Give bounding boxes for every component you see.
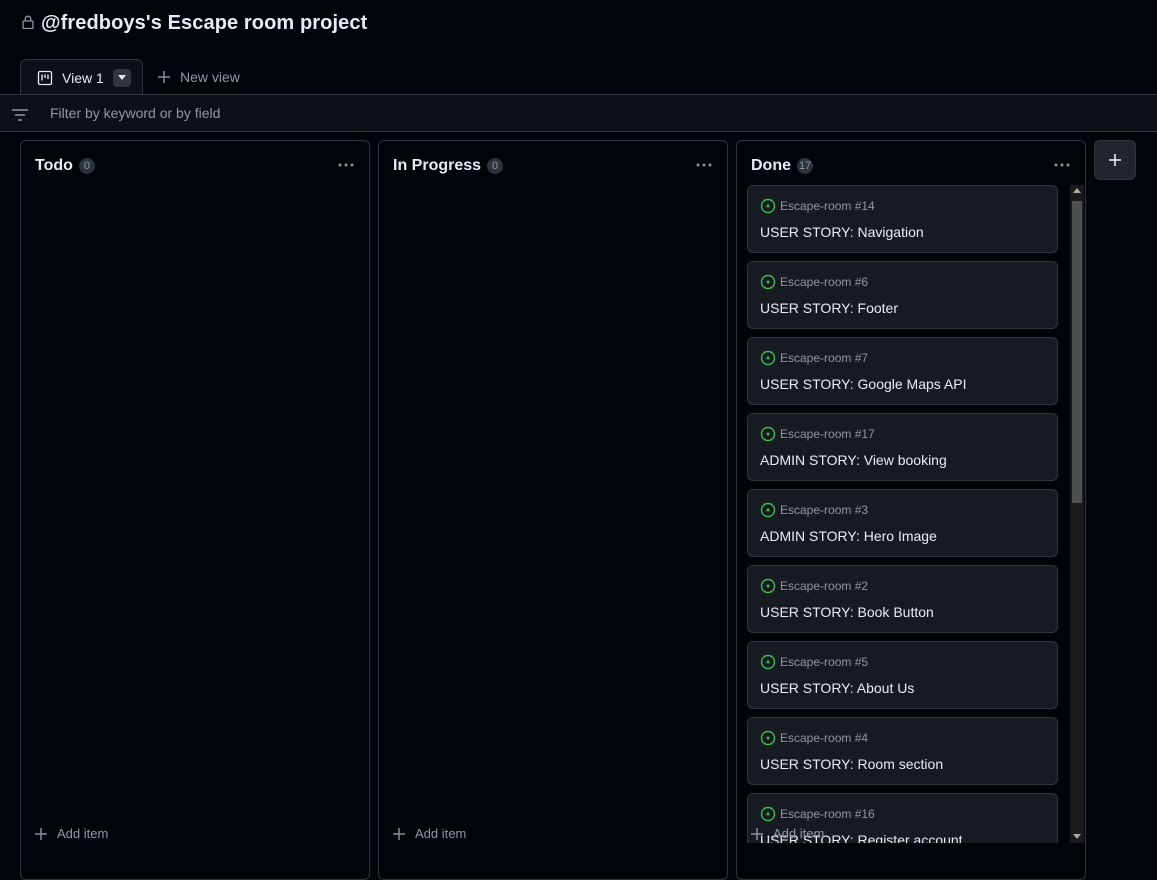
new-view-label: New view: [180, 69, 240, 85]
view-tabs: View 1 New view: [20, 58, 240, 96]
card-meta: Escape-room #3: [760, 502, 868, 518]
issue-circle-icon: [760, 730, 776, 746]
column-todo: Todo 0 Add item: [20, 140, 370, 880]
plus-icon: [158, 71, 170, 83]
issue-circle-icon: [760, 274, 776, 290]
kebab-horizontal-icon[interactable]: [337, 159, 355, 171]
column-header: Todo 0: [35, 157, 95, 175]
card-repo-label[interactable]: Escape-room #5: [780, 655, 868, 669]
card-title[interactable]: USER STORY: Google Maps API: [760, 376, 966, 392]
scrollbar-thumb[interactable]: [1072, 201, 1082, 503]
column-count-badge: 0: [487, 158, 504, 174]
kebab-horizontal-icon[interactable]: [1053, 159, 1071, 171]
card-title[interactable]: USER STORY: Navigation: [760, 224, 924, 240]
issue-circle-icon: [760, 654, 776, 670]
add-item-button[interactable]: Add item: [35, 826, 108, 841]
plus-icon: [751, 827, 763, 840]
card-meta: Escape-room #14: [760, 198, 875, 214]
item-card[interactable]: Escape-room #3 ADMIN STORY: Hero Image: [747, 489, 1058, 557]
filter-input[interactable]: [50, 103, 650, 123]
card-title[interactable]: USER STORY: Footer: [760, 300, 898, 316]
issue-circle-icon: [760, 502, 776, 518]
issue-circle-icon: [760, 198, 776, 214]
project-board-icon: [37, 70, 53, 85]
issue-circle-icon: [760, 578, 776, 594]
add-item-label: Add item: [773, 826, 825, 841]
column-title: Todo: [35, 157, 73, 174]
column-done: Done 17 Escape-room #14 USER STORY: Navi…: [736, 140, 1086, 880]
tab-view-1[interactable]: View 1: [20, 59, 143, 96]
card-meta: Escape-room #2: [760, 578, 868, 594]
lock-icon: [22, 15, 34, 29]
issue-circle-icon: [760, 350, 776, 366]
card-meta: Escape-room #16: [760, 806, 875, 822]
title-row: @fredboys's Escape room project: [22, 12, 367, 35]
item-card[interactable]: Escape-room #17 ADMIN STORY: View bookin…: [747, 413, 1058, 481]
item-card[interactable]: Escape-room #5 USER STORY: About Us: [747, 641, 1058, 709]
card-meta: Escape-room #7: [760, 350, 868, 366]
filter-lines-icon[interactable]: [11, 108, 29, 122]
column-count-badge: 17: [797, 158, 814, 174]
tab-label: View 1: [62, 69, 104, 86]
plus-icon: [393, 827, 405, 840]
column-title: In Progress: [393, 157, 482, 174]
scroll-up-arrow-icon[interactable]: [1073, 188, 1081, 193]
cards-scrollbar[interactable]: [1070, 185, 1084, 843]
issue-circle-icon: [760, 806, 776, 822]
card-repo-label[interactable]: Escape-room #6: [780, 275, 868, 289]
project-title: @fredboys's Escape room project: [41, 12, 368, 34]
card-title[interactable]: USER STORY: Book Button: [760, 604, 934, 620]
plus-icon: [1109, 154, 1121, 166]
item-card[interactable]: Escape-room #2 USER STORY: Book Button: [747, 565, 1058, 633]
card-repo-label[interactable]: Escape-room #14: [780, 199, 875, 213]
new-view-button[interactable]: New view: [157, 59, 240, 95]
item-card[interactable]: Escape-room #6 USER STORY: Footer: [747, 261, 1058, 329]
column-count-badge: 0: [78, 158, 95, 174]
card-title[interactable]: USER STORY: Room section: [760, 756, 943, 772]
item-card[interactable]: Escape-room #7 USER STORY: Google Maps A…: [747, 337, 1058, 405]
card-title[interactable]: ADMIN STORY: View booking: [760, 452, 947, 468]
card-title[interactable]: ADMIN STORY: Hero Image: [760, 528, 937, 544]
add-item-button[interactable]: Add item: [393, 826, 466, 841]
issue-circle-icon: [760, 426, 776, 442]
card-meta: Escape-room #5: [760, 654, 868, 670]
item-card[interactable]: Escape-room #14 USER STORY: Navigation: [747, 185, 1058, 253]
card-repo-label[interactable]: Escape-room #17: [780, 427, 875, 441]
add-column-button[interactable]: [1094, 140, 1136, 180]
card-repo-label[interactable]: Escape-room #3: [780, 503, 868, 517]
cards-list: Escape-room #14 USER STORY: Navigation E…: [747, 185, 1059, 843]
card-title[interactable]: USER STORY: About Us: [760, 680, 914, 696]
item-card[interactable]: Escape-room #4 USER STORY: Room section: [747, 717, 1058, 785]
view-options-button[interactable]: [112, 68, 131, 87]
card-meta: Escape-room #17: [760, 426, 875, 442]
card-repo-label[interactable]: Escape-room #2: [780, 579, 868, 593]
project-header: @fredboys's Escape room project View 1 N…: [0, 0, 1157, 96]
kebab-horizontal-icon[interactable]: [695, 159, 713, 171]
add-item-label: Add item: [57, 826, 109, 841]
column-title: Done: [751, 157, 791, 174]
triangle-down-icon: [117, 75, 126, 80]
card-meta: Escape-room #6: [760, 274, 868, 290]
column-in-progress: In Progress 0 Add item: [378, 140, 728, 880]
card-repo-label[interactable]: Escape-room #16: [780, 807, 875, 821]
scroll-down-arrow-icon[interactable]: [1073, 834, 1081, 839]
plus-icon: [35, 827, 47, 840]
add-item-button[interactable]: Add item: [751, 826, 824, 841]
card-repo-label[interactable]: Escape-room #7: [780, 351, 868, 365]
column-header: In Progress 0: [393, 157, 504, 175]
card-repo-label[interactable]: Escape-room #4: [780, 731, 868, 745]
add-item-label: Add item: [415, 826, 467, 841]
filter-bar: [0, 94, 1157, 132]
column-header: Done 17: [751, 157, 814, 175]
card-meta: Escape-room #4: [760, 730, 868, 746]
